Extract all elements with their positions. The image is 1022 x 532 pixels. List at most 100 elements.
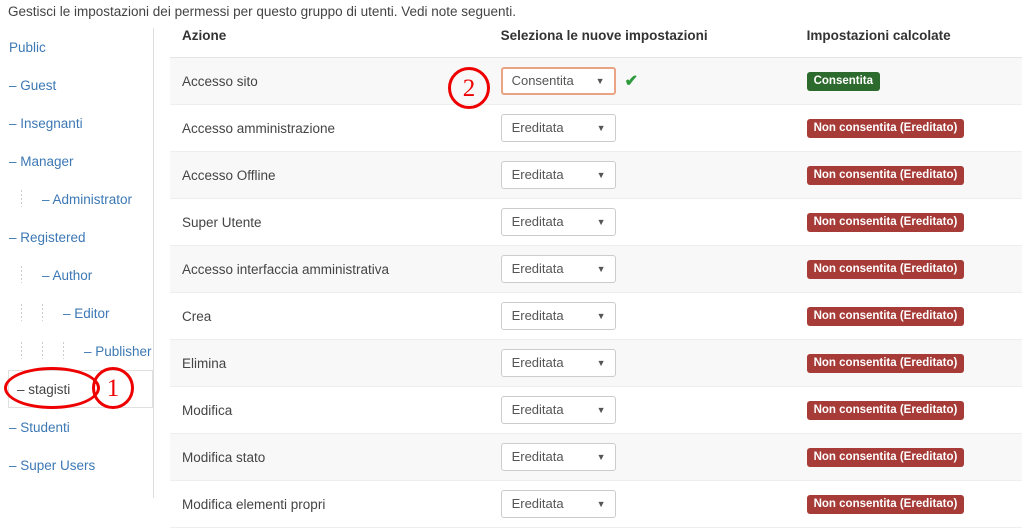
- computed-setting-cell: Non consentita (Ereditato): [794, 339, 1022, 387]
- chevron-down-icon: ▼: [596, 264, 606, 274]
- table-row: Crea Ereditata ▼ Non consentita (Ereditato): [170, 292, 1022, 340]
- permission-setting-value: Ereditata: [511, 402, 564, 417]
- computed-setting-cell: Non consentita (Ereditato): [794, 480, 1022, 528]
- sidebar-item-label[interactable]: Insegnanti: [20, 116, 82, 131]
- tree-dash-icon: –: [9, 154, 21, 169]
- sidebar-item-studenti[interactable]: – Studenti: [0, 408, 153, 446]
- tree-dash-icon: –: [9, 420, 21, 435]
- permission-setting-cell: Ereditata ▼: [488, 198, 795, 246]
- sidebar-item-author[interactable]: – Author: [0, 256, 153, 294]
- tree-indent-guide-icon: [21, 342, 22, 359]
- permission-setting-select[interactable]: Ereditata ▼: [500, 302, 616, 330]
- sidebar-item-super-users[interactable]: – Super Users: [0, 446, 153, 484]
- permission-action-label: Modifica stato: [170, 433, 489, 481]
- permission-setting-value: Ereditata: [511, 496, 564, 511]
- tree-dash-icon: –: [63, 306, 75, 321]
- column-header-computed: Impostazioni calcolate: [794, 28, 1022, 58]
- sidebar-item-label[interactable]: Administrator: [53, 192, 133, 207]
- permission-setting-value: Ereditata: [511, 214, 564, 229]
- permission-setting-cell: Ereditata ▼: [488, 151, 795, 199]
- permission-setting-value: Ereditata: [511, 261, 564, 276]
- sidebar-item-label[interactable]: Editor: [74, 306, 109, 321]
- tree-indent-guide-icon: [63, 342, 64, 359]
- status-badge: Non consentita (Ereditato): [806, 353, 965, 373]
- permission-action-label: Super Utente: [170, 198, 489, 246]
- table-row: Modifica stato Ereditata ▼ Non consentita (…: [170, 433, 1022, 481]
- computed-setting-cell: Non consentita (Ereditato): [794, 245, 1022, 293]
- chevron-down-icon: ▼: [595, 76, 605, 86]
- table-row: Accesso Offline Ereditata ▼ Non consentita …: [170, 151, 1022, 199]
- permission-setting-cell: Ereditata ▼: [488, 433, 795, 481]
- permission-setting-value: Ereditata: [511, 355, 564, 370]
- table-row: Modifica Ereditata ▼ Non consentita (Eredit…: [170, 386, 1022, 434]
- tree-indent-guide-icon: [42, 342, 43, 359]
- permission-setting-value: Ereditata: [511, 167, 564, 182]
- permission-setting-select[interactable]: Ereditata ▼: [500, 490, 616, 518]
- permission-action-label: Modifica elementi propri: [170, 480, 489, 528]
- sidebar-item-label[interactable]: Publisher: [95, 344, 151, 359]
- table-row: Super Utente Ereditata ▼ Non consentita (Er…: [170, 198, 1022, 246]
- tree-dash-icon: –: [9, 116, 21, 131]
- sidebar-item-editor[interactable]: – Editor: [0, 294, 153, 332]
- permission-setting-value: Ereditata: [511, 449, 564, 464]
- tree-dash-icon: –: [9, 230, 21, 245]
- sidebar-item-label[interactable]: Public: [9, 40, 46, 55]
- permission-action-label: Crea: [170, 292, 489, 340]
- page-body: Public – Guest – Insegnanti – Manager – Admi…: [0, 28, 1022, 532]
- permission-setting-cell: Ereditata ▼: [488, 386, 795, 434]
- computed-setting-cell: Non consentita (Ereditato): [794, 198, 1022, 246]
- permission-setting-select[interactable]: Ereditata ▼: [500, 208, 616, 236]
- sidebar-item-insegnanti[interactable]: – Insegnanti: [0, 104, 153, 142]
- sidebar-item-administrator[interactable]: – Administrator: [0, 180, 153, 218]
- tree-dash-icon: –: [42, 268, 53, 283]
- sidebar-item-label[interactable]: Registered: [20, 230, 85, 245]
- table-row: Accesso interfaccia amministrativa Eredit…: [170, 245, 1022, 293]
- tree-dash-icon: –: [84, 344, 96, 359]
- column-header-select: Seleziona le nuove impostazioni: [488, 28, 795, 58]
- permission-setting-cell: Ereditata ▼: [488, 339, 795, 387]
- chevron-down-icon: ▼: [596, 170, 606, 180]
- permission-setting-select[interactable]: Ereditata ▼: [500, 349, 616, 377]
- sidebar-item-stagisti[interactable]: – stagisti: [8, 370, 153, 408]
- chevron-down-icon: ▼: [596, 311, 606, 321]
- tree-dash-icon: –: [42, 192, 53, 207]
- sidebar-item-label[interactable]: stagisti: [28, 382, 70, 397]
- table-row: Accesso amministrazione Ereditata ▼ Non con…: [170, 104, 1022, 152]
- sidebar-item-label[interactable]: Author: [53, 268, 93, 283]
- sidebar-item-public[interactable]: Public: [0, 28, 153, 66]
- permission-action-label: Modifica: [170, 386, 489, 434]
- permission-setting-cell: Ereditata ▼: [488, 292, 795, 340]
- sidebar-item-label[interactable]: Guest: [20, 78, 56, 93]
- chevron-down-icon: ▼: [596, 452, 606, 462]
- intro-note: Gestisci le impostazioni dei permessi pe…: [8, 4, 517, 19]
- status-badge: Non consentita (Ereditato): [806, 212, 965, 232]
- sidebar-item-guest[interactable]: – Guest: [0, 66, 153, 104]
- sidebar-item-registered[interactable]: – Registered: [0, 218, 153, 256]
- permission-setting-select[interactable]: Ereditata ▼: [500, 161, 616, 189]
- status-badge: Consentita: [806, 71, 881, 91]
- permission-setting-select[interactable]: Ereditata ▼: [500, 443, 616, 471]
- chevron-down-icon: ▼: [596, 405, 606, 415]
- permission-action-label: Accesso interfaccia amministrativa: [170, 245, 489, 293]
- computed-setting-cell: Non consentita (Ereditato): [794, 151, 1022, 199]
- chevron-down-icon: ▼: [596, 217, 606, 227]
- permission-setting-select[interactable]: Ereditata ▼: [500, 114, 616, 142]
- permission-setting-cell: Ereditata ▼: [488, 480, 795, 528]
- permission-setting-select[interactable]: Consentita ▼: [500, 67, 616, 95]
- permission-setting-cell: Ereditata ▼: [488, 245, 795, 293]
- status-badge: Non consentita (Ereditato): [806, 494, 965, 514]
- permission-action-label: Accesso Offline: [170, 151, 489, 199]
- permission-setting-select[interactable]: Ereditata ▼: [500, 396, 616, 424]
- permission-setting-select[interactable]: Ereditata ▼: [500, 255, 616, 283]
- sidebar-item-label[interactable]: Studenti: [20, 420, 70, 435]
- permissions-table: Azione Seleziona le nuove impostazioni I…: [170, 28, 1022, 528]
- sidebar-item-manager[interactable]: – Manager: [0, 142, 153, 180]
- sidebar-item-label[interactable]: Manager: [20, 154, 73, 169]
- computed-setting-cell: Non consentita (Ereditato): [794, 386, 1022, 434]
- permission-setting-cell: Consentita ▼ ✔: [488, 57, 795, 105]
- status-badge: Non consentita (Ereditato): [806, 400, 965, 420]
- permission-action-label: Accesso sito: [170, 57, 489, 105]
- sidebar-item-label[interactable]: Super Users: [20, 458, 95, 473]
- permission-setting-value: Ereditata: [511, 120, 564, 135]
- sidebar-item-publisher[interactable]: – Publisher: [0, 332, 153, 370]
